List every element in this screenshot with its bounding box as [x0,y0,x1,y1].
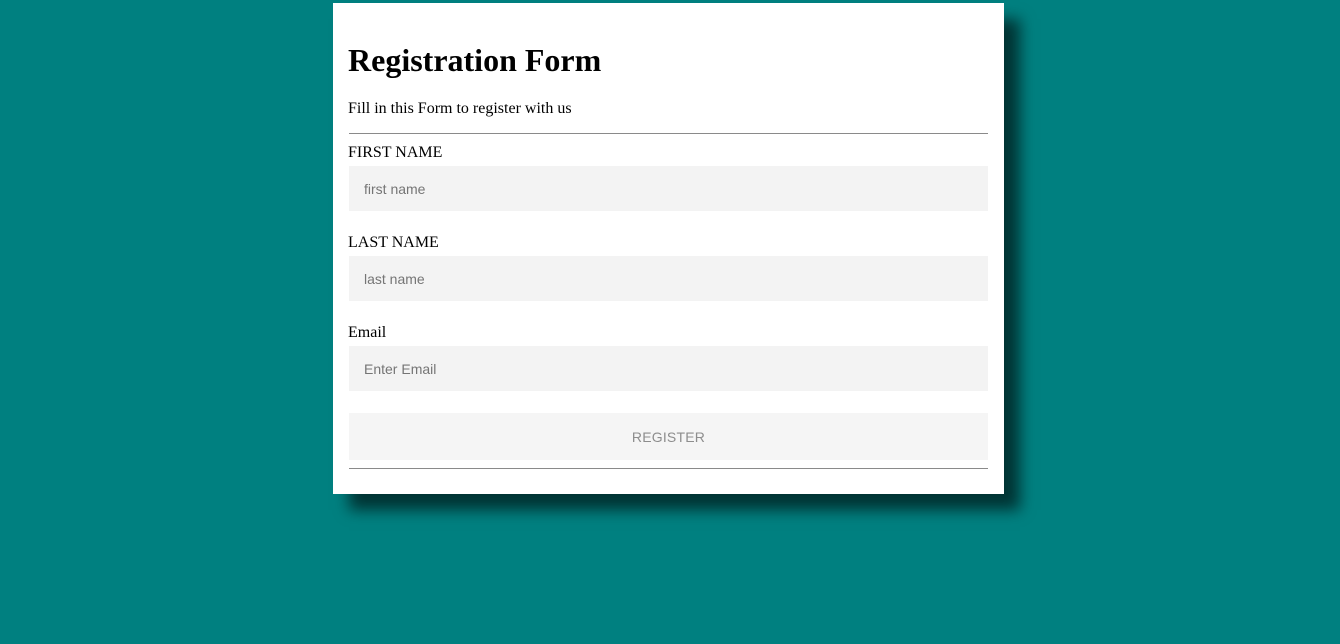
first-name-label: FIRST NAME [348,144,443,161]
registration-form-card: Registration Form Fill in this Form to r… [333,3,1004,494]
form-title: Registration Form [348,42,602,78]
email-input[interactable] [349,346,988,391]
last-name-label: LAST NAME [348,234,439,251]
first-name-input[interactable] [349,166,988,211]
bottom-divider [349,468,988,469]
register-button[interactable]: REGISTER [349,413,988,460]
top-divider [349,133,988,134]
page-background: { "form": { "title": "Registration Form"… [0,0,1340,644]
last-name-input[interactable] [349,256,988,301]
form-subtitle: Fill in this Form to register with us [348,100,572,117]
email-label: Email [348,324,387,341]
